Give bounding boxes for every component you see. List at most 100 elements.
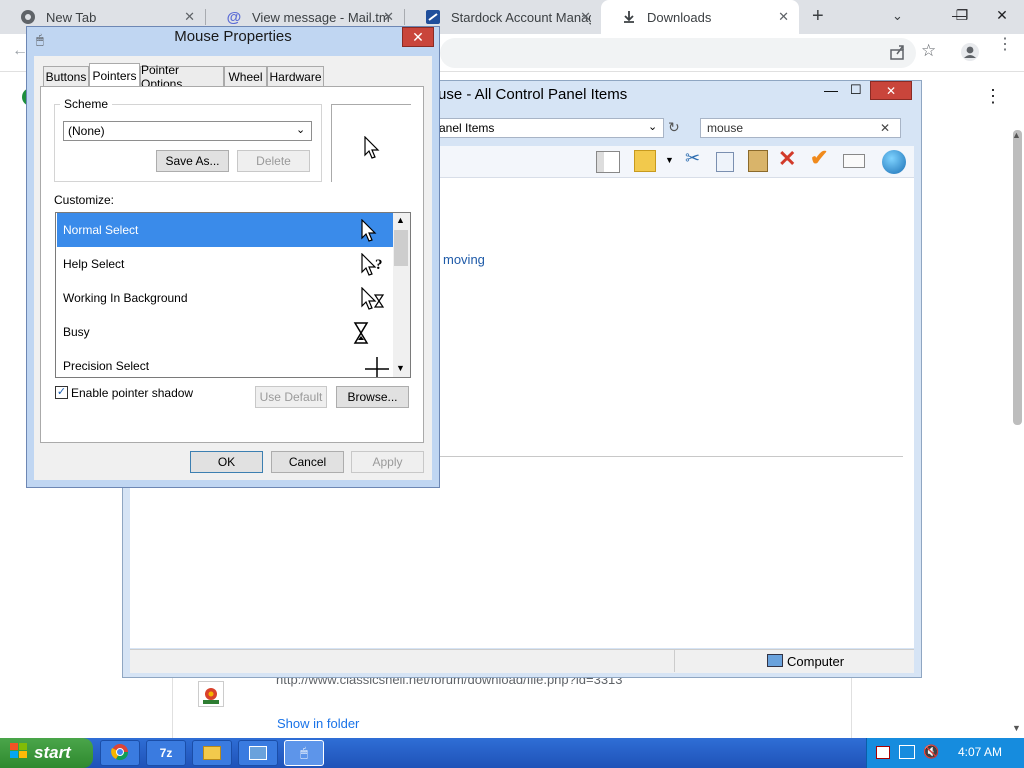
explorer-divider (440, 456, 903, 457)
chrome-icon (111, 743, 129, 764)
apply-button[interactable]: Apply (351, 451, 424, 473)
refresh-icon[interactable]: ↻ (668, 119, 680, 136)
tab-wheel[interactable]: Wheel (224, 66, 267, 86)
delete-button[interactable]: Delete (237, 150, 310, 172)
page-scrollbar-thumb[interactable] (1013, 130, 1022, 425)
tab-close-icon[interactable]: ✕ (184, 9, 195, 25)
list-item[interactable]: Help Select ? (57, 247, 393, 281)
chrome-icon (20, 9, 36, 25)
list-item[interactable]: Working In Background (57, 281, 393, 315)
control-panel-icon (249, 746, 267, 760)
start-button[interactable]: start (0, 738, 93, 768)
scheme-label: Scheme (60, 97, 113, 111)
folder-options-icon[interactable] (634, 150, 656, 172)
ok-button[interactable]: OK (190, 451, 263, 473)
explorer-close-button[interactable]: ✕ (870, 81, 912, 100)
volume-muted-icon[interactable]: 🔇 (923, 744, 939, 760)
pointer-shadow-checkbox[interactable]: ✓ (55, 386, 68, 399)
cursor-name: Help Select (63, 257, 125, 271)
window-close-button[interactable]: ✕ (980, 0, 1024, 30)
explorer-address-bar[interactable]: anel Items (432, 118, 664, 138)
at-icon: @ (226, 8, 242, 26)
control-panel-title: use - All Control Panel Items (438, 86, 628, 103)
pointer-shadow-label[interactable]: Enable pointer shadow (71, 386, 193, 400)
tab-downloads[interactable]: Downloads ✕ (601, 0, 799, 34)
paste-icon[interactable] (748, 150, 768, 172)
copy-icon[interactable] (716, 152, 734, 172)
delete-x-icon[interactable]: ✕ (778, 146, 796, 172)
taskbar-7zip-button[interactable]: 7z (146, 740, 186, 766)
tab-pointer-options[interactable]: Pointer Options (140, 63, 224, 91)
stardock-icon (425, 9, 441, 25)
svg-text:?: ? (375, 257, 383, 273)
explorer-search-input[interactable]: mouse (700, 118, 901, 138)
tab-pointers[interactable]: Pointers (89, 63, 140, 87)
arrow-cursor-icon (361, 218, 385, 243)
scroll-down-arrow-icon[interactable]: ▼ (1012, 723, 1021, 733)
dialog-close-button[interactable]: ✕ (402, 27, 434, 47)
cursor-list-scroll-thumb[interactable] (394, 230, 408, 266)
tab-hardware[interactable]: Hardware (267, 66, 324, 86)
mouse-settings-link[interactable]: moving (443, 252, 485, 267)
explorer-minimize-button[interactable]: — (824, 82, 838, 98)
bookmark-star-icon[interactable]: ☆ (921, 41, 936, 61)
taskbar-clock[interactable]: 4:07 AM (958, 745, 1002, 759)
cursor-name: Working In Background (63, 291, 188, 305)
clear-search-icon[interactable]: ✕ (880, 121, 890, 135)
properties-check-icon[interactable]: ✔ (810, 145, 828, 171)
address-dropdown-icon[interactable]: ⌄ (648, 120, 657, 133)
share-icon[interactable] (889, 43, 907, 64)
tab-buttons[interactable]: Buttons (43, 66, 89, 86)
computer-icon (767, 654, 783, 667)
layout-pane-icon[interactable] (596, 151, 620, 173)
show-in-folder-link[interactable]: Show in folder (277, 716, 359, 731)
windows-flag-icon (10, 742, 28, 764)
cursor-name: Normal Select (63, 223, 139, 237)
folder-icon (203, 746, 221, 760)
window-restore-button[interactable]: ❐ (940, 0, 984, 30)
tab-close-icon[interactable]: ✕ (383, 9, 394, 25)
crosshair-icon (363, 355, 389, 377)
list-scroll-up-icon[interactable]: ▲ (396, 215, 405, 225)
list-scroll-down-icon[interactable]: ▼ (396, 363, 405, 373)
list-item[interactable]: Precision Select (57, 349, 393, 377)
downloads-more-icon[interactable]: ⋮ (984, 86, 1002, 107)
preview-arrow-cursor-icon (364, 135, 380, 163)
tab-close-icon[interactable]: ✕ (778, 9, 789, 25)
hourglass-icon (353, 321, 377, 345)
chrome-menu-icon[interactable]: ⋮ (997, 37, 1013, 53)
browse-button[interactable]: Browse... (336, 386, 409, 408)
cancel-button[interactable]: Cancel (271, 451, 344, 473)
taskbar-explorer-button[interactable] (192, 740, 232, 766)
mouse-icon: 🖱 (300, 745, 308, 760)
taskbar-control-panel-button[interactable] (238, 740, 278, 766)
explorer-maximize-button[interactable]: ☐ (850, 82, 862, 98)
cursor-list[interactable]: Normal Select Help Select ? Working In B… (55, 212, 411, 378)
tab-close-icon[interactable]: ✕ (580, 9, 591, 25)
scheme-select[interactable]: (None) (63, 121, 312, 141)
customize-label: Customize: (54, 193, 115, 207)
use-default-button[interactable]: Use Default (255, 386, 327, 408)
shell-logo-icon[interactable] (882, 150, 906, 174)
list-item[interactable]: Busy (57, 315, 393, 349)
status-separator (674, 650, 675, 672)
options-dropdown-icon[interactable]: ▼ (665, 155, 674, 165)
minimize-chevron-icon (892, 0, 934, 30)
network-icon[interactable] (899, 745, 915, 759)
tab-title: View message - Mail.tm (252, 9, 390, 25)
profile-avatar-icon[interactable] (960, 42, 980, 65)
save-as-button[interactable]: Save As... (156, 150, 229, 172)
tab-title: Downloads (647, 9, 712, 25)
chevron-down-icon[interactable]: ⌄ (296, 123, 305, 136)
scroll-up-arrow-icon[interactable]: ▲ (1012, 130, 1021, 140)
rename-icon[interactable] (843, 154, 865, 168)
address-bar[interactable] (440, 38, 916, 68)
taskbar-chrome-button[interactable] (100, 740, 140, 766)
action-center-flag-icon[interactable] (876, 746, 890, 759)
new-tab-button[interactable]: + (812, 5, 824, 28)
cut-icon[interactable]: ✂ (685, 148, 700, 169)
tab-title: New Tab (46, 9, 97, 25)
taskbar-mouse-button[interactable]: 🖱 (284, 740, 324, 766)
list-item[interactable]: Normal Select (57, 213, 393, 247)
cursor-name: Busy (63, 325, 90, 339)
